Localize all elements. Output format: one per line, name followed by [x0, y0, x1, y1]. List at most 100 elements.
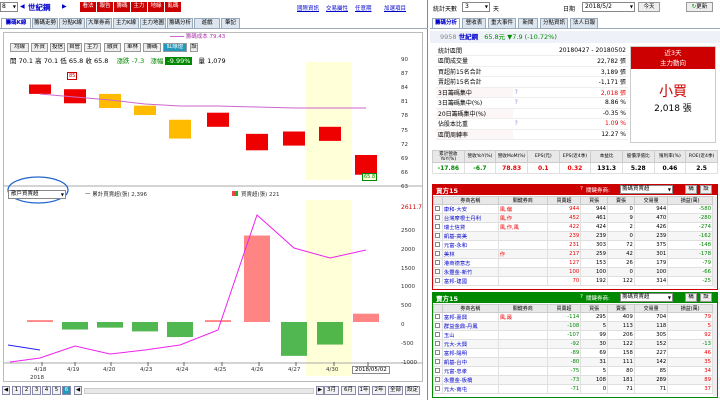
sell-cell-1[interactable]: 元富-忠孝 — [441, 366, 499, 376]
sell-settings-button[interactable]: 設 — [700, 293, 712, 302]
buy-build-button[interactable]: 構 — [685, 185, 697, 194]
buy-checkbox[interactable] — [433, 258, 443, 268]
sell-row[interactable]: 玉山 -107 99 206 305 92 — [433, 330, 713, 340]
checkbox-icon[interactable] — [435, 367, 440, 373]
checkbox-icon[interactable] — [435, 313, 440, 319]
sell-select[interactable]: 籌碼買賣超 ▼ — [620, 293, 673, 302]
right-tab-0[interactable]: 籌碼分析 — [432, 18, 460, 28]
sell-cell-1[interactable]: 玉山 — [441, 330, 499, 340]
buy-checkbox[interactable] — [433, 276, 443, 286]
sell-checkbox[interactable] — [433, 348, 443, 358]
buy-row[interactable]: 美林作 217 259 42 301 -178 — [433, 249, 713, 259]
sell-checkbox[interactable] — [433, 366, 443, 376]
checkbox-icon[interactable] — [435, 340, 440, 346]
sell-row[interactable]: 元大-大興 -92 30 122 152 -13 — [433, 339, 713, 349]
buy-checkbox[interactable] — [433, 249, 443, 259]
checkbox-icon[interactable] — [435, 385, 440, 391]
buy-settings-button[interactable]: 設 — [700, 185, 712, 194]
right-tab-4[interactable]: 分點資訊 — [540, 18, 568, 28]
buy-cell-1[interactable]: 富邦-建國 — [441, 276, 499, 286]
page-6[interactable]: 6 — [62, 386, 71, 395]
buy-cell-1[interactable]: 元富-永和 — [441, 240, 499, 250]
days-select[interactable]: 3 ▼ — [462, 2, 490, 12]
sell-row[interactable]: 凱基-台中 -80 31 111 142 35 — [433, 357, 713, 367]
indicator-select[interactable]: 散戶買賣超 ▼ — [8, 190, 66, 199]
checkbox-icon[interactable] — [435, 322, 440, 328]
sell-scrollbar[interactable] — [713, 304, 717, 396]
sell-cell-1[interactable]: 群益金鼎-丹鳳 — [441, 321, 499, 331]
sell-cell-1[interactable]: 凱基-台中 — [441, 357, 499, 367]
sell-checkbox[interactable] — [433, 330, 443, 340]
buy-row[interactable]: 港商德意志 127 153 26 179 -79 — [433, 258, 713, 268]
buy-checkbox[interactable] — [433, 204, 443, 214]
sell-cell-1[interactable]: 元大-大興 — [441, 339, 499, 349]
buy-checkbox[interactable] — [433, 240, 443, 250]
checkbox-icon[interactable] — [435, 259, 440, 265]
checkbox-icon[interactable] — [435, 241, 440, 247]
period-4[interactable]: 全部 — [388, 386, 403, 395]
checkbox-icon[interactable] — [435, 349, 440, 355]
scroll-right[interactable]: ▶ — [316, 386, 324, 395]
sell-build-button[interactable]: 構 — [685, 293, 697, 302]
buy-scrollbar[interactable] — [713, 196, 717, 288]
period-0[interactable]: 3月 — [324, 386, 339, 395]
page-1[interactable]: 1 — [12, 386, 21, 395]
buy-checkbox[interactable] — [433, 231, 443, 241]
page-3[interactable]: 3 — [32, 386, 41, 395]
page-prev[interactable]: ◀ — [2, 386, 10, 395]
period-5[interactable]: 設定 — [405, 386, 420, 395]
refresh-button[interactable]: ↻更新 — [686, 2, 713, 12]
buy-cell-1[interactable]: 港商德意志 — [441, 258, 499, 268]
buy-checkbox[interactable] — [433, 222, 443, 232]
buy-cell-1[interactable]: 康和-大安 — [441, 204, 499, 214]
date-input[interactable]: 2018/5/2 ▼ — [582, 2, 635, 12]
sell-checkbox[interactable] — [433, 312, 443, 322]
checkbox-icon[interactable] — [435, 358, 440, 364]
right-tab-5[interactable]: 法人日報 — [570, 18, 598, 28]
checkbox-icon[interactable] — [435, 376, 440, 382]
sell-checkbox[interactable] — [433, 384, 443, 394]
buy-help-icon[interactable]: ? — [580, 186, 583, 192]
buy-cell-1[interactable]: 凱基-高美 — [441, 231, 499, 241]
checkbox-icon[interactable] — [435, 223, 440, 229]
right-tab-3[interactable]: 新聞 — [518, 18, 538, 28]
buy-cell-1[interactable]: 瑞士信貸 — [441, 222, 499, 232]
buy-row[interactable]: 永豐金-新竹 100 100 0 100 -66 — [433, 267, 713, 277]
buy-row[interactable]: 凱基-高美 239 239 0 239 -162 — [433, 231, 713, 241]
chart-svg[interactable] — [0, 0, 428, 400]
scroll-left[interactable]: ◀ — [74, 386, 82, 395]
sell-cell-1[interactable]: 富邦-陽明 — [441, 348, 499, 358]
buy-row[interactable]: 康和-大安 風,偏 944 944 0 944 -580 — [433, 204, 713, 214]
buy-cell-1[interactable]: 美林 — [441, 249, 499, 259]
checkbox-icon[interactable] — [435, 331, 440, 337]
buy-checkbox[interactable] — [433, 267, 443, 277]
sell-help-icon[interactable]: ? — [580, 294, 583, 300]
sell-cell-1[interactable]: 元大-南屯 — [441, 384, 499, 394]
checkbox-icon[interactable] — [435, 205, 440, 211]
checkbox-icon[interactable] — [435, 277, 440, 283]
sell-checkbox[interactable] — [433, 375, 443, 385]
checkbox-icon[interactable] — [435, 232, 440, 238]
sell-row[interactable]: 富邦-陽明 -89 69 158 227 46 — [433, 348, 713, 358]
sell-cell-1[interactable]: 富邦-嘉興 — [441, 312, 499, 322]
scrollbar-track[interactable] — [84, 388, 314, 394]
sell-cell-1[interactable]: 永豐金-板橋 — [441, 375, 499, 385]
buy-row[interactable]: 瑞士信貸 風,作,風 422 424 2 426 -274 — [433, 222, 713, 232]
right-tab-1[interactable]: 營收表 — [462, 18, 486, 28]
page-2[interactable]: 2 — [22, 386, 31, 395]
buy-select[interactable]: 籌碼買賣超 ▼ — [620, 185, 673, 194]
checkbox-icon[interactable] — [435, 268, 440, 274]
buy-cell-1[interactable]: 台灣摩根士丹利 — [441, 213, 499, 223]
sell-checkbox[interactable] — [433, 357, 443, 367]
sell-row[interactable]: 元富-忠孝 -75 5 80 85 34 — [433, 366, 713, 376]
buy-row[interactable]: 元富-永和 231 303 72 375 -148 — [433, 240, 713, 250]
buy-row[interactable]: 台灣摩根士丹利 風,作 452 461 9 470 -280 — [433, 213, 713, 223]
checkbox-icon[interactable] — [435, 250, 440, 256]
page-4[interactable]: 4 — [42, 386, 51, 395]
period-2[interactable]: 1年 — [358, 386, 370, 395]
buy-row[interactable]: 富邦-建國 70 192 122 314 -25 — [433, 276, 713, 286]
sell-checkbox[interactable] — [433, 321, 443, 331]
sell-row[interactable]: 富邦-嘉興 風,最 -114 295 409 704 79 — [433, 312, 713, 322]
page-5[interactable]: 5 — [52, 386, 61, 395]
right-tab-2[interactable]: 重大事件 — [488, 18, 516, 28]
